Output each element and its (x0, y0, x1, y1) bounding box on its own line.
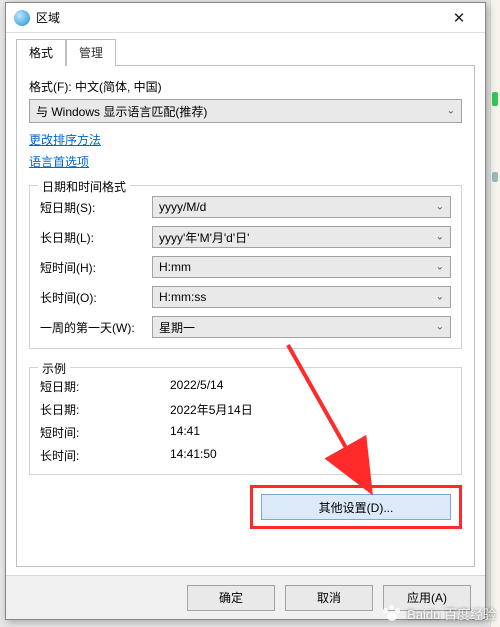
window-title: 区域 (36, 9, 439, 26)
label-long-date: 长日期(L): (40, 229, 152, 246)
row-first-day: 一周的第一天(W): 星期一 ⌄ (40, 316, 451, 338)
row-long-date: 长日期(L): yyyy'年'M'月'd'日' ⌄ (40, 226, 451, 248)
chevron-down-icon: ⌄ (436, 232, 444, 243)
example-short-date: 短日期: 2022/5/14 (40, 378, 451, 395)
example-short-date-label: 短日期: (40, 378, 170, 395)
row-short-date: 短日期(S): yyyy/M/d ⌄ (40, 196, 451, 218)
example-long-date-value: 2022年5月14日 (170, 401, 253, 418)
tab-format[interactable]: 格式 (16, 39, 66, 66)
select-long-time-value: H:mm:ss (159, 290, 206, 304)
example-long-date-label: 长日期: (40, 401, 170, 418)
example-short-time: 短时间: 14:41 (40, 424, 451, 441)
example-long-time-label: 长时间: (40, 447, 170, 464)
example-long-time: 长时间: 14:41:50 (40, 447, 451, 464)
select-long-time[interactable]: H:mm:ss ⌄ (152, 286, 451, 308)
chevron-down-icon: ⌄ (436, 322, 444, 333)
example-long-time-value: 14:41:50 (170, 447, 217, 464)
other-settings-row: 其他设置(D)... (29, 485, 462, 529)
chevron-down-icon: ⌄ (447, 106, 455, 117)
row-long-time: 长时间(O): H:mm:ss ⌄ (40, 286, 451, 308)
chevron-down-icon: ⌄ (436, 292, 444, 303)
chevron-down-icon: ⌄ (436, 262, 444, 273)
tab-admin[interactable]: 管理 (66, 39, 116, 66)
example-group: 示例 短日期: 2022/5/14 长日期: 2022年5月14日 短时间: 1… (29, 367, 462, 475)
select-long-date-value: yyyy'年'M'月'd'日' (159, 229, 249, 246)
select-short-date[interactable]: yyyy/M/d ⌄ (152, 196, 451, 218)
ok-label: 确定 (219, 589, 243, 606)
label-short-date: 短日期(S): (40, 199, 152, 216)
datetime-format-group: 日期和时间格式 短日期(S): yyyy/M/d ⌄ 长日期(L): yyyy'… (29, 185, 462, 349)
link-language-prefs[interactable]: 语言首选项 (29, 153, 462, 171)
other-settings-label: 其他设置(D)... (319, 499, 394, 516)
background-accent (492, 92, 498, 106)
label-first-day: 一周的第一天(W): (40, 319, 152, 336)
apply-button[interactable]: 应用(A) (383, 585, 471, 611)
row-short-time: 短时间(H): H:mm ⌄ (40, 256, 451, 278)
example-short-date-value: 2022/5/14 (170, 378, 223, 395)
example-short-time-label: 短时间: (40, 424, 170, 441)
tab-format-label: 格式 (29, 46, 53, 60)
label-long-time: 长时间(O): (40, 289, 152, 306)
link-change-sort[interactable]: 更改排序方法 (29, 131, 462, 149)
select-first-day-value: 星期一 (159, 319, 195, 336)
dialog-footer: 确定 取消 应用(A) (6, 575, 485, 619)
close-icon: ✕ (453, 9, 466, 27)
select-short-time[interactable]: H:mm ⌄ (152, 256, 451, 278)
apply-label: 应用(A) (407, 589, 447, 606)
other-settings-button[interactable]: 其他设置(D)... (261, 494, 451, 520)
example-short-time-value: 14:41 (170, 424, 200, 441)
cancel-label: 取消 (317, 589, 341, 606)
format-select-value: 与 Windows 显示语言匹配(推荐) (36, 103, 207, 120)
format-label: 格式(F): 中文(简体, 中国) (29, 78, 462, 95)
select-first-day[interactable]: 星期一 ⌄ (152, 316, 451, 338)
tab-row: 格式 管理 (6, 33, 485, 66)
example-group-title: 示例 (38, 360, 70, 377)
ok-button[interactable]: 确定 (187, 585, 275, 611)
close-button[interactable]: ✕ (439, 4, 479, 32)
globe-icon (14, 10, 30, 26)
annotation-highlight: 其他设置(D)... (250, 485, 462, 529)
select-short-time-value: H:mm (159, 260, 191, 274)
datetime-group-title: 日期和时间格式 (38, 178, 130, 195)
format-select[interactable]: 与 Windows 显示语言匹配(推荐) ⌄ (29, 99, 462, 123)
titlebar: 区域 ✕ (6, 3, 485, 33)
chevron-down-icon: ⌄ (436, 202, 444, 213)
select-short-date-value: yyyy/M/d (159, 200, 206, 214)
cancel-button[interactable]: 取消 (285, 585, 373, 611)
background-accent (492, 172, 498, 182)
region-dialog: 区域 ✕ 格式 管理 格式(F): 中文(简体, 中国) 与 Windows 显… (5, 2, 486, 620)
format-panel: 格式(F): 中文(简体, 中国) 与 Windows 显示语言匹配(推荐) ⌄… (16, 66, 475, 567)
example-long-date: 长日期: 2022年5月14日 (40, 401, 451, 418)
select-long-date[interactable]: yyyy'年'M'月'd'日' ⌄ (152, 226, 451, 248)
tab-admin-label: 管理 (79, 46, 103, 60)
label-short-time: 短时间(H): (40, 259, 152, 276)
